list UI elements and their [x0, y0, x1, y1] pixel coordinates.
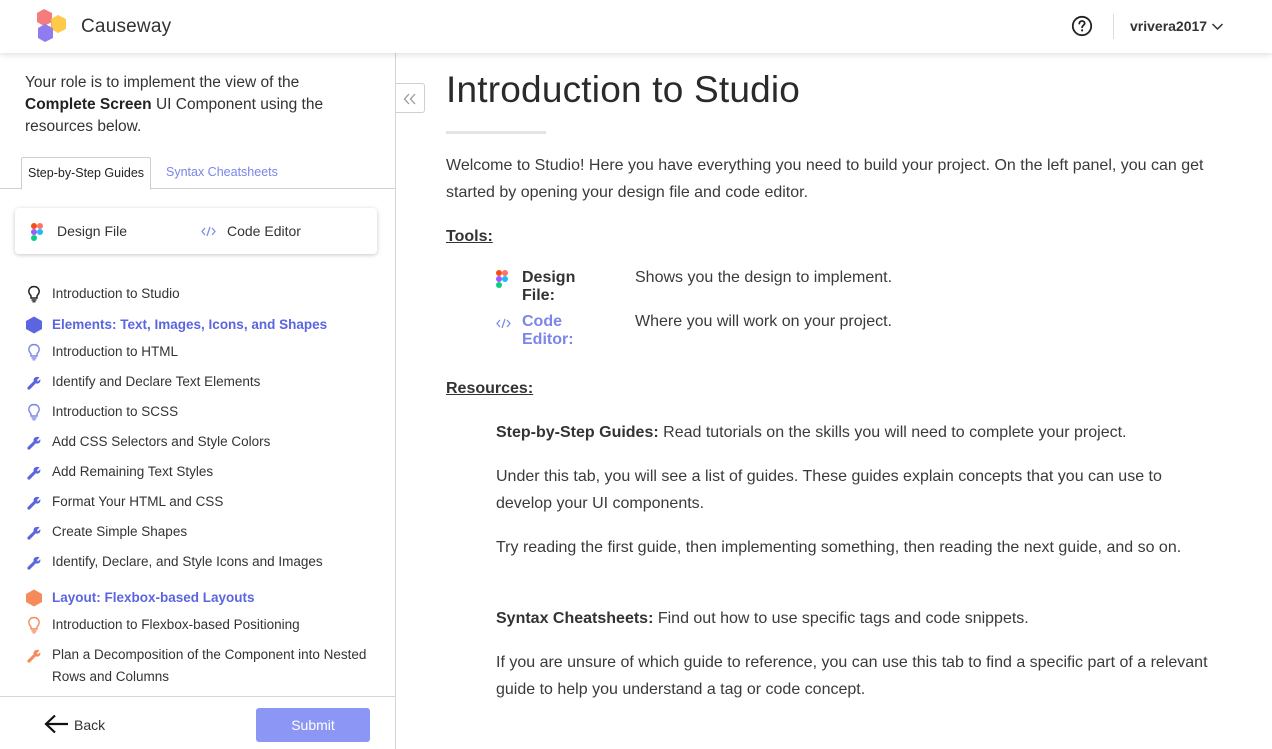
wrench-icon — [27, 526, 41, 540]
top-header: Causeway vrivera2017 — [0, 0, 1272, 53]
main-content: Introduction to Studio Welcome to Studio… — [446, 53, 1236, 749]
code-icon — [201, 226, 216, 237]
username[interactable]: vrivera2017 — [1130, 18, 1207, 34]
code-editor-link[interactable]: Code Editor: — [522, 313, 574, 349]
tool-name: Design File: — [522, 269, 576, 304]
wrench-icon — [27, 466, 41, 480]
guide-label: Add Remaining Text Styles — [52, 464, 214, 479]
resource-cheat-desc: Find out how to use specific tags and co… — [653, 610, 1029, 627]
wrench-icon — [27, 436, 41, 450]
welcome-text: Welcome to Studio! Here you have everyth… — [446, 157, 1204, 201]
resource-cheat-label: Syntax Cheatsheets: — [496, 610, 654, 627]
lightbulb-icon — [28, 285, 40, 303]
tool-description: Where you will work on your project. — [635, 313, 892, 330]
guide-label: Identify and Declare Text Elements — [52, 374, 261, 389]
arrow-left-icon[interactable] — [44, 714, 70, 734]
hexagon-icon — [26, 589, 42, 607]
header-divider — [1113, 14, 1114, 39]
resource-guides-para-3: Try reading the first guide, then implem… — [496, 539, 1182, 556]
resource-guides-label: Step-by-Step Guides: — [496, 424, 659, 441]
code-icon — [496, 318, 511, 329]
submit-button[interactable]: Submit — [256, 708, 370, 742]
guide-label: Introduction to Flexbox-based Positionin… — [52, 617, 300, 632]
guide-label: Format Your HTML and CSS — [52, 494, 224, 509]
figma-icon — [31, 223, 43, 241]
guide-label: Introduction to HTML — [52, 344, 179, 359]
collapse-sidebar-button[interactable] — [396, 83, 425, 113]
resource-tabs: Step-by-Step Guides Syntax Cheatsheets — [0, 157, 395, 190]
left-panel-footer: Back Submit — [0, 696, 395, 749]
role-component: Complete Screen — [25, 96, 152, 113]
brand-name[interactable]: Causeway — [81, 16, 171, 38]
role-description: Your role is to implement the view of th… — [25, 72, 365, 138]
guide-label: Create Simple Shapes — [52, 524, 188, 539]
lightbulb-icon — [28, 616, 40, 634]
guide-label: Identify, Declare, and Style Icons and I… — [52, 554, 323, 569]
tab-step-by-step-guides[interactable]: Step-by-Step Guides — [21, 157, 152, 190]
guide-section-label: Layout: Flexbox-based Layouts — [52, 590, 255, 605]
causeway-logo-icon[interactable] — [36, 7, 70, 45]
guide-label: Introduction to Studio — [52, 286, 180, 301]
guide-list: Introduction to Studio Elements: Text, I… — [0, 279, 395, 695]
figma-icon — [496, 270, 508, 288]
wrench-icon — [27, 496, 41, 510]
lightbulb-icon — [28, 403, 40, 421]
resource-guides-para: Step-by-Step Guides: Read tutorials on t… — [496, 419, 1221, 446]
tools-card: Design File Code Editor — [15, 208, 377, 254]
guide-label: Introduction to SCSS — [52, 404, 179, 419]
wrench-icon — [27, 376, 41, 390]
resource-guides-desc: Read tutorials on the skills you will ne… — [658, 424, 1127, 441]
title-divider — [446, 131, 546, 134]
tab-syntax-cheatsheets[interactable]: Syntax Cheatsheets — [160, 157, 284, 189]
guide-label: Add CSS Selectors and Style Colors — [52, 434, 271, 449]
code-editor-button[interactable]: Code Editor — [227, 223, 301, 239]
wrench-icon — [27, 649, 41, 663]
resources-heading: Resources: — [446, 380, 534, 397]
chevron-down-icon[interactable] — [1211, 20, 1224, 33]
page-title: Introduction to Studio — [446, 69, 801, 110]
resource-guides-para-2: Under this tab, you will see a list of g… — [496, 468, 1162, 512]
left-panel: Your role is to implement the view of th… — [0, 53, 396, 749]
resource-cheat-para-2: If you are unsure of which guide to refe… — [496, 654, 1208, 698]
wrench-icon — [27, 556, 41, 570]
back-button[interactable]: Back — [74, 717, 105, 733]
design-file-button[interactable]: Design File — [57, 223, 127, 239]
lightbulb-icon — [28, 343, 40, 361]
guide-section-label: Elements: Text, Images, Icons, and Shape… — [52, 317, 328, 332]
resource-cheat-para: Syntax Cheatsheets: Find out how to use … — [496, 605, 1221, 632]
tools-heading: Tools: — [446, 228, 493, 245]
chevrons-left-icon — [403, 93, 416, 105]
guide-label: Plan a Decomposition of the Component in… — [52, 647, 367, 684]
tool-description: Shows you the design to implement. — [635, 269, 893, 286]
role-prefix: Your role is to implement the view of th… — [25, 74, 300, 91]
hexagon-icon — [26, 316, 42, 334]
help-icon[interactable] — [1071, 15, 1093, 37]
